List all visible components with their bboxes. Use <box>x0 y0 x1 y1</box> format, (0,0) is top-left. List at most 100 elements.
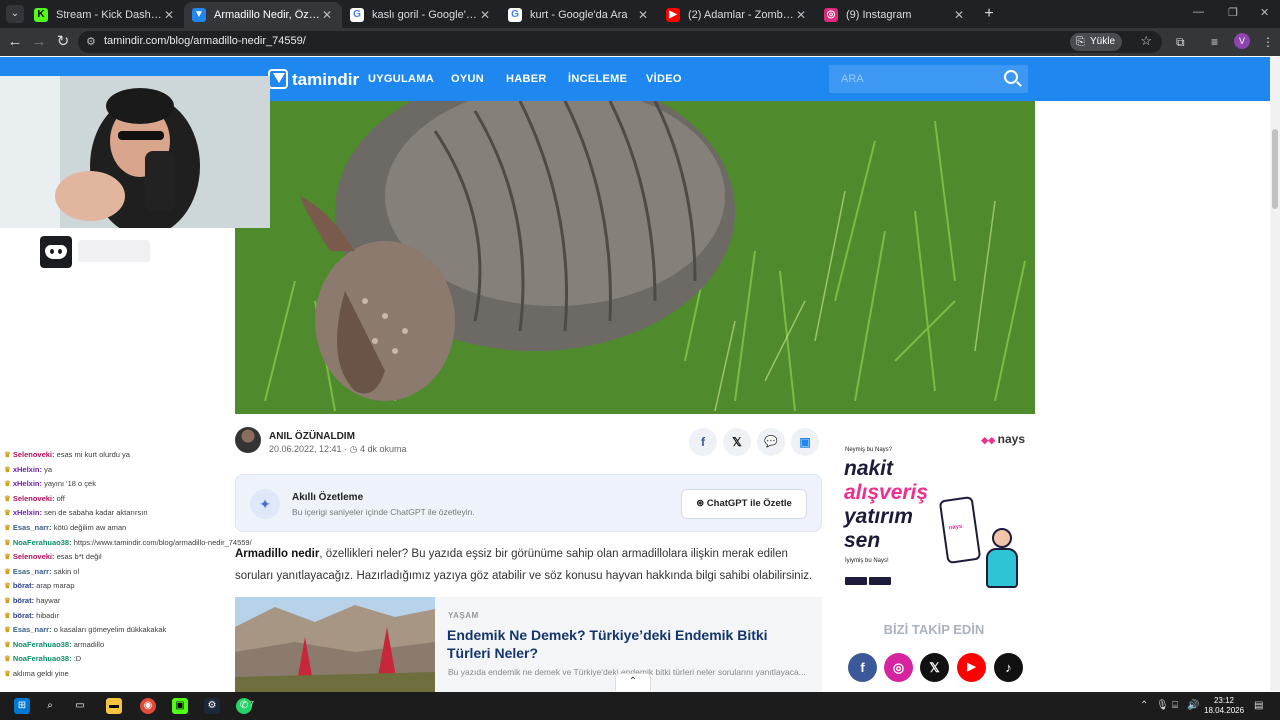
youtube-icon[interactable]: ▶ <box>957 653 986 682</box>
nays-logo: nays <box>981 432 1025 446</box>
chat-text: yayını '18 o çek <box>44 479 96 489</box>
related-title[interactable]: Endemik Ne Demek? Türkiye’deki Endemik B… <box>447 626 812 662</box>
chat-username[interactable]: xHelxin: <box>13 479 42 488</box>
tray-overflow-icon[interactable]: ⌃ <box>1140 700 1148 711</box>
chat-username[interactable]: börat: <box>13 581 34 590</box>
tab-kick[interactable]: K Stream - Kick Dashboard ✕ <box>26 2 184 28</box>
media-control-icon[interactable]: ≡ <box>1211 35 1218 49</box>
tiktok-icon[interactable]: ♪ <box>994 653 1023 682</box>
related-article-image[interactable] <box>235 597 435 693</box>
google-news-share-icon[interactable]: ▣ <box>791 428 819 456</box>
scroll-up-button[interactable]: ⌃ <box>615 673 651 691</box>
chat-username[interactable]: Esas_narr: <box>13 567 52 576</box>
tab-search-button[interactable]: ⌄ <box>6 5 24 23</box>
author-name[interactable]: ANIL ÖZÜNALDIM <box>269 431 355 442</box>
clock[interactable]: 23:12 18.04.2026 <box>1204 696 1244 716</box>
nav-uygulama[interactable]: UYGULAMA <box>368 73 434 85</box>
file-explorer-icon[interactable]: ▬ <box>106 698 122 714</box>
chat-username[interactable]: börat: <box>13 596 34 605</box>
reload-button[interactable]: ↻ <box>55 34 71 50</box>
obs-kick-icon[interactable]: ▣ <box>172 698 188 714</box>
discord-icon <box>45 245 67 259</box>
chat-message: ♛ xHelxin: sen de sabaha kadar aktarırsı… <box>4 508 148 517</box>
address-bar[interactable]: ⚙ tamindir.com/blog/armadillo-nedir_7455… <box>78 31 1162 53</box>
new-tab-button[interactable]: + <box>980 5 998 23</box>
chat-username[interactable]: Selenoveki: <box>13 450 55 459</box>
start-icon[interactable]: ⊞ <box>14 698 30 714</box>
search-icon[interactable]: ⌕ <box>42 698 58 714</box>
close-tab-icon[interactable]: ✕ <box>636 8 650 22</box>
volume-icon[interactable]: 🔊 <box>1187 700 1199 711</box>
tab-google-goril[interactable]: G kaslı goril - Google'da Ara ✕ <box>342 2 500 28</box>
close-tab-icon[interactable]: ✕ <box>478 8 492 22</box>
task-view-icon[interactable]: ▭ <box>72 698 88 714</box>
close-tab-icon[interactable]: ✕ <box>162 8 176 22</box>
close-tab-icon[interactable]: ✕ <box>794 8 808 22</box>
chat-username[interactable]: Selenoveki: <box>13 494 55 503</box>
chrome-icon[interactable]: ◉ <box>140 698 156 714</box>
scrollbar-thumb[interactable] <box>1272 129 1278 209</box>
x-icon[interactable]: 𝕏 <box>920 653 949 682</box>
back-button[interactable]: ← <box>7 34 23 50</box>
facebook-share-icon[interactable]: f <box>689 428 717 456</box>
chat-username[interactable]: Esas_narr: <box>13 523 52 532</box>
nav-haber[interactable]: HABER <box>506 73 547 85</box>
author-avatar[interactable] <box>235 427 261 453</box>
tab-youtube[interactable]: ▶ (2) Adamlar - Zombi - YouTube ✕ <box>658 2 816 28</box>
chat-text: haywar <box>36 596 61 605</box>
chat-username[interactable]: xHelxin: <box>13 508 42 517</box>
chat-text: https://www.tamindir.com/blog/armadillo-… <box>73 537 252 547</box>
chat-badge-icon: ♛ <box>4 552 13 562</box>
steam-icon[interactable]: ⚙ <box>204 698 220 714</box>
minimize-button[interactable]: — <box>1193 6 1204 18</box>
network-icon[interactable]: ⌸ <box>1172 700 1178 711</box>
forward-button[interactable]: → <box>31 34 47 50</box>
close-window-button[interactable]: ✕ <box>1260 6 1269 19</box>
related-category[interactable]: YAŞAM <box>448 611 479 620</box>
browser-menu-icon[interactable]: ⋮ <box>1262 35 1274 49</box>
instagram-icon[interactable]: ◎ <box>884 653 913 682</box>
nav-video[interactable]: VİDEO <box>646 73 682 85</box>
chat-badge-icon: ♛ <box>4 450 13 459</box>
install-button[interactable]: Yükle <box>1069 33 1122 51</box>
chat-message: ♛ Esas_narr: o kasaları gömeyelim dükkak… <box>4 625 166 634</box>
page-scrollbar[interactable] <box>1270 57 1280 691</box>
chat-username[interactable]: NoaFerahuao38: <box>13 640 72 649</box>
tab-instagram[interactable]: ◎ (9) Instagram ✕ <box>816 2 974 28</box>
chat-username[interactable]: Selenoveki: <box>13 552 55 561</box>
chat-message: ♛ Esas_narr: kötü değilim aw aman <box>4 523 126 532</box>
chat-text: kötü değilim aw aman <box>53 523 127 532</box>
chat-username[interactable]: xHelxin: <box>13 465 42 474</box>
chat-message: ♛ Esas_narr: sakin ol <box>4 567 79 576</box>
tab-tamindir[interactable]: ▼ Armadillo Nedir, Özellikleri Nel ✕ <box>184 2 342 28</box>
site-info-icon[interactable]: ⚙ <box>86 35 96 48</box>
site-logo[interactable]: tamindir <box>268 69 359 90</box>
chat-username[interactable]: börat: <box>13 611 34 620</box>
notifications-icon[interactable]: ▤ <box>1254 700 1263 711</box>
smart-summary-box: ✦ Akıllı Özetleme Bu içerigi saniyeler i… <box>235 474 822 532</box>
app-store-badges <box>845 572 895 585</box>
search-icon[interactable] <box>1004 70 1018 84</box>
chat-text: sakin ol <box>53 566 80 576</box>
nav-oyun[interactable]: OYUN <box>451 73 484 85</box>
person-illustration <box>980 528 1024 592</box>
bookmark-star-icon[interactable]: ☆ <box>1140 33 1152 49</box>
chat-username[interactable]: NoaFerahuao38: <box>13 538 72 547</box>
extensions-icon[interactable]: ⧉ <box>1176 35 1185 50</box>
nays-advertisement[interactable]: nays Neymiş bu Nays? nakit alışveriş yat… <box>840 428 1035 598</box>
site-search-input[interactable]: ARA <box>829 65 1028 93</box>
chat-username[interactable]: NoaFerahuao38: <box>13 654 72 663</box>
messenger-share-icon[interactable]: 💬 <box>757 428 785 456</box>
microphone-icon[interactable]: 🎙 <box>1156 700 1169 711</box>
tab-google-kurt[interactable]: G kurt - Google'da Ara ✕ <box>500 2 658 28</box>
nav-inceleme[interactable]: İNCELEME <box>568 73 627 85</box>
armadillo-hero-image <box>235 101 1035 414</box>
chat-username[interactable]: Esas_narr: <box>13 625 52 634</box>
x-share-icon[interactable]: 𝕏 <box>723 428 751 456</box>
chatgpt-summarize-button[interactable]: ChatGPT ile Özetle <box>681 489 807 519</box>
facebook-icon[interactable]: f <box>848 653 877 682</box>
close-tab-icon[interactable]: ✕ <box>952 8 966 22</box>
profile-avatar[interactable]: V <box>1234 33 1250 49</box>
restore-button[interactable]: ❐ <box>1228 6 1238 19</box>
close-tab-icon[interactable]: ✕ <box>320 8 334 22</box>
